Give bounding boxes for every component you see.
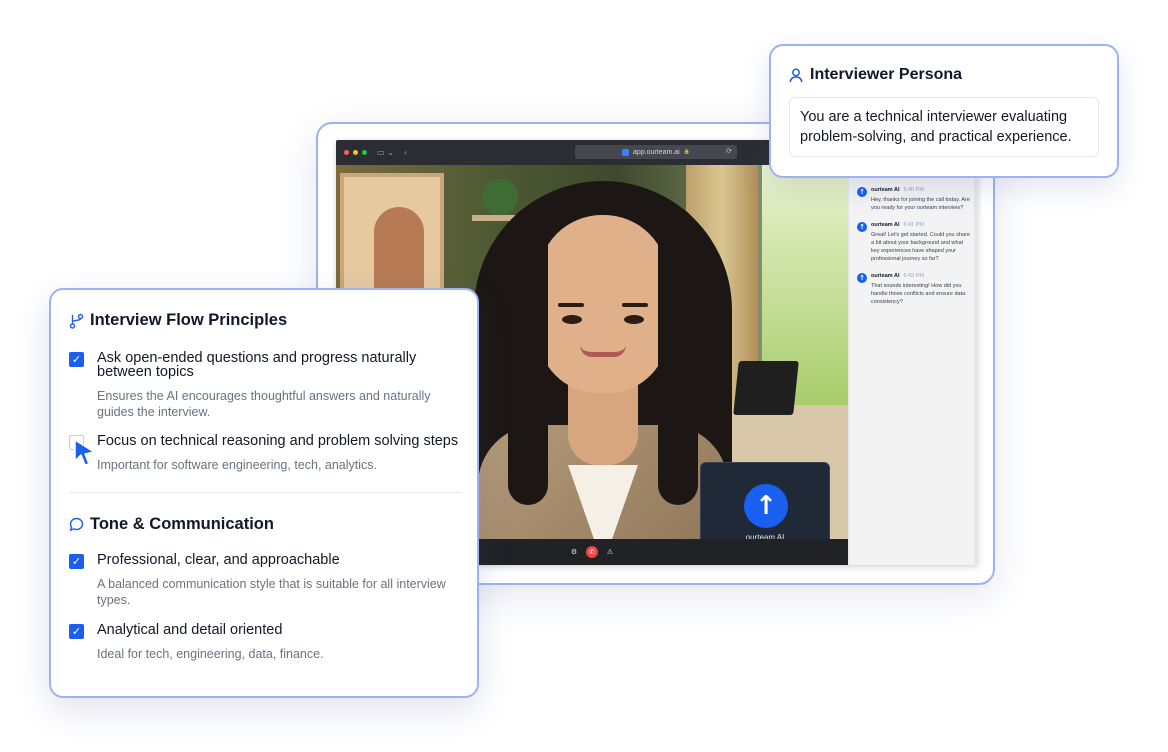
chat-time: 6:40 PM xyxy=(903,187,925,193)
tone-title: Analytical and detail oriented xyxy=(97,622,283,638)
persona-header: Interviewer Persona xyxy=(789,66,1099,84)
tone-item: ✓ Analytical and detail oriented Ideal f… xyxy=(69,623,459,662)
principle-desc: Ensures the AI encourages thoughtful ans… xyxy=(97,389,431,419)
back-icon[interactable]: ‹ xyxy=(404,148,407,157)
chat-message: ↑ ourteam AI 6:40 PM Hey, thanks for join… xyxy=(857,187,970,212)
principle-title: Focus on technical reasoning and problem… xyxy=(97,433,459,449)
flow-section-header: Interview Flow Principles xyxy=(69,311,459,330)
interviewer-persona-card: Interviewer Persona You are a technical … xyxy=(769,44,1119,178)
tone-section-header: Tone & Communication xyxy=(69,515,459,534)
branch-icon xyxy=(69,313,84,329)
warning-icon[interactable]: ⚠ xyxy=(604,546,616,558)
traffic-lights xyxy=(344,150,367,155)
chat-sender: ourteam AI xyxy=(871,222,900,228)
ourteam-logo-icon: ↑ xyxy=(857,187,867,197)
mouse-cursor-icon xyxy=(74,439,95,466)
principle-desc: Important for software engineering, tech… xyxy=(97,458,378,472)
tone-title: Professional, clear, and approachable xyxy=(97,552,340,568)
tone-item: ✓ Professional, clear, and approachable … xyxy=(69,553,459,608)
refresh-icon[interactable]: ⟳ xyxy=(726,147,732,155)
chat-bubble-icon xyxy=(69,517,84,532)
checkbox-checked[interactable]: ✓ xyxy=(69,352,84,367)
candidate-person xyxy=(468,175,738,565)
chat-time: 6:41 PM xyxy=(903,222,925,228)
favicon-icon xyxy=(622,148,630,156)
tone-section-title: Tone & Communication xyxy=(90,515,274,533)
principle-item: Focus on technical reasoning and problem… xyxy=(69,434,459,473)
tone-desc: A balanced communication style that is s… xyxy=(97,577,446,607)
user-icon xyxy=(789,68,803,82)
chat-message: ↑ ourteam AI 6:41 PM Great! Let's get sta… xyxy=(857,222,970,263)
section-divider xyxy=(69,492,461,493)
address-bar[interactable]: app.ourteam.ai 🔒 ⟳ xyxy=(575,145,737,159)
chat-panel: ↑ ourteam AI 6:40 PM Hey, thanks for join… xyxy=(848,165,978,565)
chat-time: 6:43 PM xyxy=(903,273,925,279)
chat-sender: ourteam AI xyxy=(871,187,900,193)
tone-desc: Ideal for tech, engineering, data, finan… xyxy=(97,647,324,661)
chat-message: ↑ ourteam AI 6:43 PM That sounds interest… xyxy=(857,273,970,306)
chat-sender: ourteam AI xyxy=(871,273,900,279)
persona-title: Interviewer Persona xyxy=(810,66,963,83)
end-call-button[interactable]: ✆ xyxy=(586,546,598,558)
chat-text: Hey, thanks for joining the call today. … xyxy=(871,197,970,211)
principle-item: ✓ Ask open-ended questions and progress … xyxy=(69,351,459,420)
laptop xyxy=(733,361,799,415)
ourteam-logo-icon: ↑ xyxy=(857,273,867,283)
checkbox-checked[interactable]: ✓ xyxy=(69,624,84,639)
ourteam-logo-icon: ↑ xyxy=(857,222,867,232)
close-dot-icon[interactable] xyxy=(344,150,349,155)
ourteam-logo-icon: ↑ xyxy=(744,484,788,528)
checkbox-checked[interactable]: ✓ xyxy=(69,554,84,569)
interview-principles-card: Interview Flow Principles ✓ Ask open-end… xyxy=(49,288,479,698)
principle-title: Ask open-ended questions and progress na… xyxy=(97,350,417,380)
maximize-dot-icon[interactable] xyxy=(362,150,367,155)
sidebar-toggle-icon[interactable]: ▭ ⌄ xyxy=(377,148,394,157)
chat-text: Great! Let's get started. Could you shar… xyxy=(871,232,970,262)
url-text: app.ourteam.ai xyxy=(633,148,680,156)
lock-icon: 🔒 xyxy=(683,149,690,155)
flow-section-title: Interview Flow Principles xyxy=(90,311,288,329)
ai-participant-tile: ↑ ourteam AI xyxy=(700,462,830,548)
persona-textarea[interactable]: You are a technical interviewer evaluati… xyxy=(789,97,1099,157)
chat-scrollbar[interactable] xyxy=(974,165,978,565)
chat-text: That sounds interesting! How did you han… xyxy=(871,283,966,305)
minimize-dot-icon[interactable] xyxy=(353,150,358,155)
settings-icon[interactable]: ⚙ xyxy=(568,546,580,558)
